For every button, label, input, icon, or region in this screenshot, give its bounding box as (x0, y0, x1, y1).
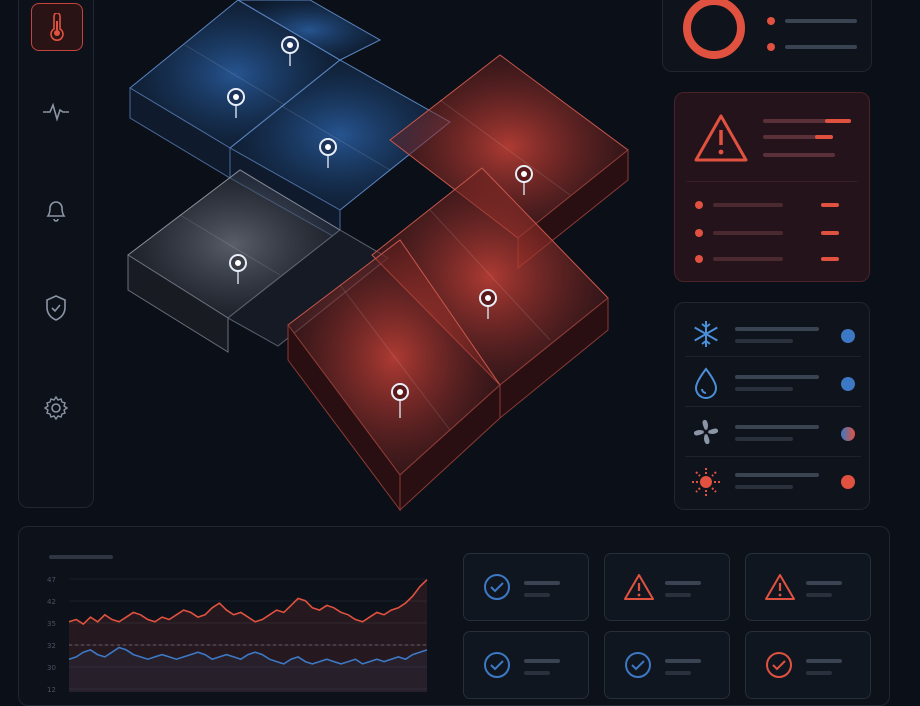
alert-item-line (713, 231, 783, 235)
alert-item-value (821, 257, 839, 261)
alert-line (763, 153, 835, 157)
device-row-cooling[interactable] (675, 309, 871, 357)
y-tick-label: 47 (47, 576, 56, 584)
alert-dot (695, 201, 703, 209)
temperature-chart: 47 42 35 32 30 12 (47, 576, 428, 694)
building-floor-map (127, 0, 629, 512)
status-card-warning[interactable] (745, 553, 871, 621)
status-card-warning[interactable] (604, 553, 730, 621)
chart-title-placeholder (49, 555, 113, 559)
status-card-alert-ok[interactable] (745, 631, 871, 699)
status-ring-panel (662, 0, 872, 72)
alert-line-accent (815, 135, 833, 139)
alert-item-line (713, 203, 783, 207)
activity-icon[interactable] (31, 89, 81, 135)
warning-icon (624, 574, 654, 600)
snowflake-icon (694, 321, 718, 347)
legend-dot (767, 43, 775, 51)
legend-line (785, 45, 857, 49)
status-dot (841, 475, 855, 489)
legend-line (785, 19, 857, 23)
device-row-fan[interactable] (675, 409, 871, 457)
warning-icon (694, 114, 748, 162)
shield-check-icon[interactable] (31, 285, 81, 331)
thermometer-icon[interactable] (31, 3, 83, 51)
status-card-ok[interactable] (604, 631, 730, 699)
alert-item-value (821, 203, 839, 207)
check-circle-icon (766, 652, 792, 678)
warning-icon (765, 574, 795, 600)
check-circle-icon (484, 574, 510, 600)
y-tick-label: 35 (47, 620, 56, 628)
alert-panel[interactable] (674, 92, 870, 282)
status-card-ok[interactable] (463, 553, 589, 621)
y-tick-label: 30 (47, 664, 56, 672)
water-drop-icon (694, 367, 718, 399)
alert-dot (695, 229, 703, 237)
status-dot (841, 427, 855, 441)
device-row-humidity[interactable] (675, 359, 871, 407)
legend-dot (767, 17, 775, 25)
bell-icon[interactable] (31, 187, 81, 233)
alert-dot (695, 255, 703, 263)
heat-sun-icon (692, 468, 720, 496)
device-status-panel (674, 302, 870, 510)
y-tick-label: 12 (47, 686, 56, 694)
sidebar (18, 0, 94, 508)
status-ring-gauge (683, 0, 745, 59)
status-dot (841, 329, 855, 343)
alert-line-accent (825, 119, 851, 123)
status-card-ok[interactable] (463, 631, 589, 699)
alert-item-line (713, 257, 783, 261)
check-circle-icon (484, 652, 510, 678)
y-tick-label: 42 (47, 598, 56, 606)
device-row-heating[interactable] (675, 459, 871, 507)
alert-item-value (821, 231, 839, 235)
status-dot (841, 377, 855, 391)
fan-icon (693, 419, 719, 445)
gear-icon[interactable] (31, 385, 81, 431)
y-tick-label: 32 (47, 642, 56, 650)
check-circle-icon (625, 652, 651, 678)
bottom-panel: 47 42 35 32 30 12 (18, 526, 890, 706)
divider (687, 181, 857, 182)
